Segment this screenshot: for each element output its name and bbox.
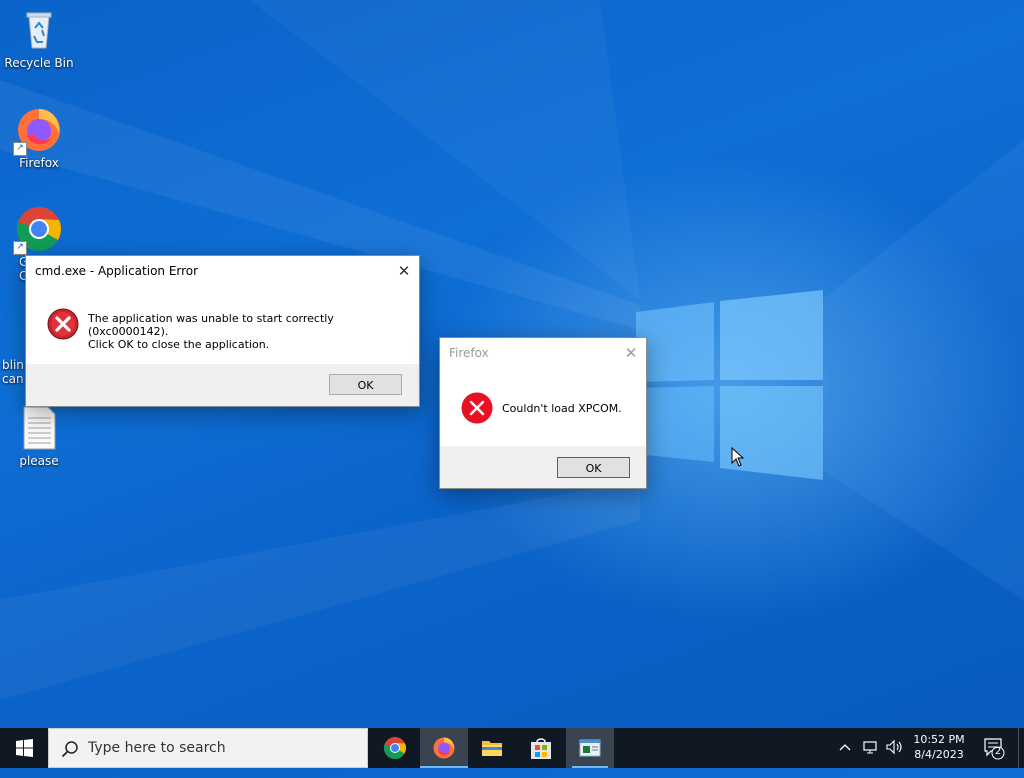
text-document-icon bbox=[15, 404, 63, 452]
taskbar-app-chrome[interactable] bbox=[371, 728, 419, 768]
search-placeholder: Type here to search bbox=[88, 740, 226, 756]
search-icon bbox=[61, 741, 78, 758]
dialog-titlebar[interactable]: cmd.exe - Application Error ✕ bbox=[26, 256, 419, 286]
dialog-titlebar[interactable]: Firefox ✕ bbox=[440, 338, 646, 368]
chrome-icon bbox=[383, 737, 406, 759]
ok-button[interactable]: OK bbox=[329, 374, 402, 395]
ok-button[interactable]: OK bbox=[557, 457, 630, 478]
notification-count-badge: 2 bbox=[994, 746, 1002, 757]
desktop-icon-label: please bbox=[19, 454, 59, 468]
dialog-title: Firefox bbox=[449, 346, 489, 360]
taskbar-app-file-explorer[interactable] bbox=[468, 728, 516, 768]
dialog-message: Couldn't load XPCOM. bbox=[502, 402, 622, 415]
show-desktop-button[interactable] bbox=[1018, 728, 1024, 768]
firefox-icon: ↗ bbox=[13, 106, 63, 156]
dialog-title: cmd.exe - Application Error bbox=[35, 264, 199, 278]
folder-icon bbox=[482, 741, 502, 756]
desktop-icon-label: Firefox bbox=[19, 156, 59, 170]
show-hidden-icons-chevron-icon[interactable] bbox=[838, 738, 852, 778]
taskbar-app-window[interactable] bbox=[566, 728, 614, 768]
desktop-icon-label: Recycle Bin bbox=[4, 56, 74, 70]
desktop-icon-recycle-bin[interactable]: Recycle Bin bbox=[1, 6, 77, 70]
volume-icon[interactable] bbox=[885, 738, 905, 778]
firefox-error-dialog: Firefox ✕ Couldn't load XPCOM. OK bbox=[439, 337, 647, 489]
clock-date: 8/4/2023 bbox=[914, 748, 964, 761]
app-window-icon bbox=[579, 739, 601, 757]
taskbar-clock[interactable]: 10:52 PM 8/4/2023 bbox=[905, 732, 973, 762]
taskbar-app-store[interactable] bbox=[517, 728, 565, 768]
close-icon[interactable]: ✕ bbox=[616, 338, 646, 368]
dialog-footer: OK bbox=[26, 364, 419, 406]
action-center-button[interactable]: 2 bbox=[983, 737, 1009, 777]
taskbar: Type here to search 10:52 PM 8/4/2023 2 bbox=[0, 728, 1024, 768]
error-icon bbox=[461, 392, 493, 424]
windows-start-icon bbox=[16, 739, 33, 757]
taskbar-search-box[interactable]: Type here to search bbox=[48, 728, 368, 768]
dialog-message: The application was unable to start corr… bbox=[88, 312, 334, 351]
windows-logo-wallpaper bbox=[636, 290, 823, 480]
network-icon[interactable] bbox=[862, 738, 880, 778]
mouse-cursor-icon bbox=[731, 447, 745, 467]
desktop-icon-please[interactable]: please bbox=[1, 404, 77, 468]
dialog-footer: OK bbox=[440, 446, 646, 488]
desktop-icon-firefox[interactable]: ↗ Firefox bbox=[1, 106, 77, 170]
close-icon[interactable]: ✕ bbox=[389, 256, 419, 286]
start-button[interactable] bbox=[0, 728, 48, 768]
chrome-icon: ↗ bbox=[13, 205, 63, 255]
cmd-error-dialog: cmd.exe - Application Error ✕ The applic… bbox=[25, 255, 420, 407]
shortcut-arrow-icon: ↗ bbox=[13, 241, 27, 255]
store-icon bbox=[531, 738, 551, 759]
clock-time: 10:52 PM bbox=[913, 733, 965, 746]
error-icon bbox=[47, 308, 79, 340]
firefox-icon bbox=[433, 737, 455, 759]
recycle-bin-icon bbox=[15, 6, 63, 54]
taskbar-app-firefox[interactable] bbox=[420, 728, 468, 768]
shortcut-arrow-icon: ↗ bbox=[13, 142, 27, 156]
